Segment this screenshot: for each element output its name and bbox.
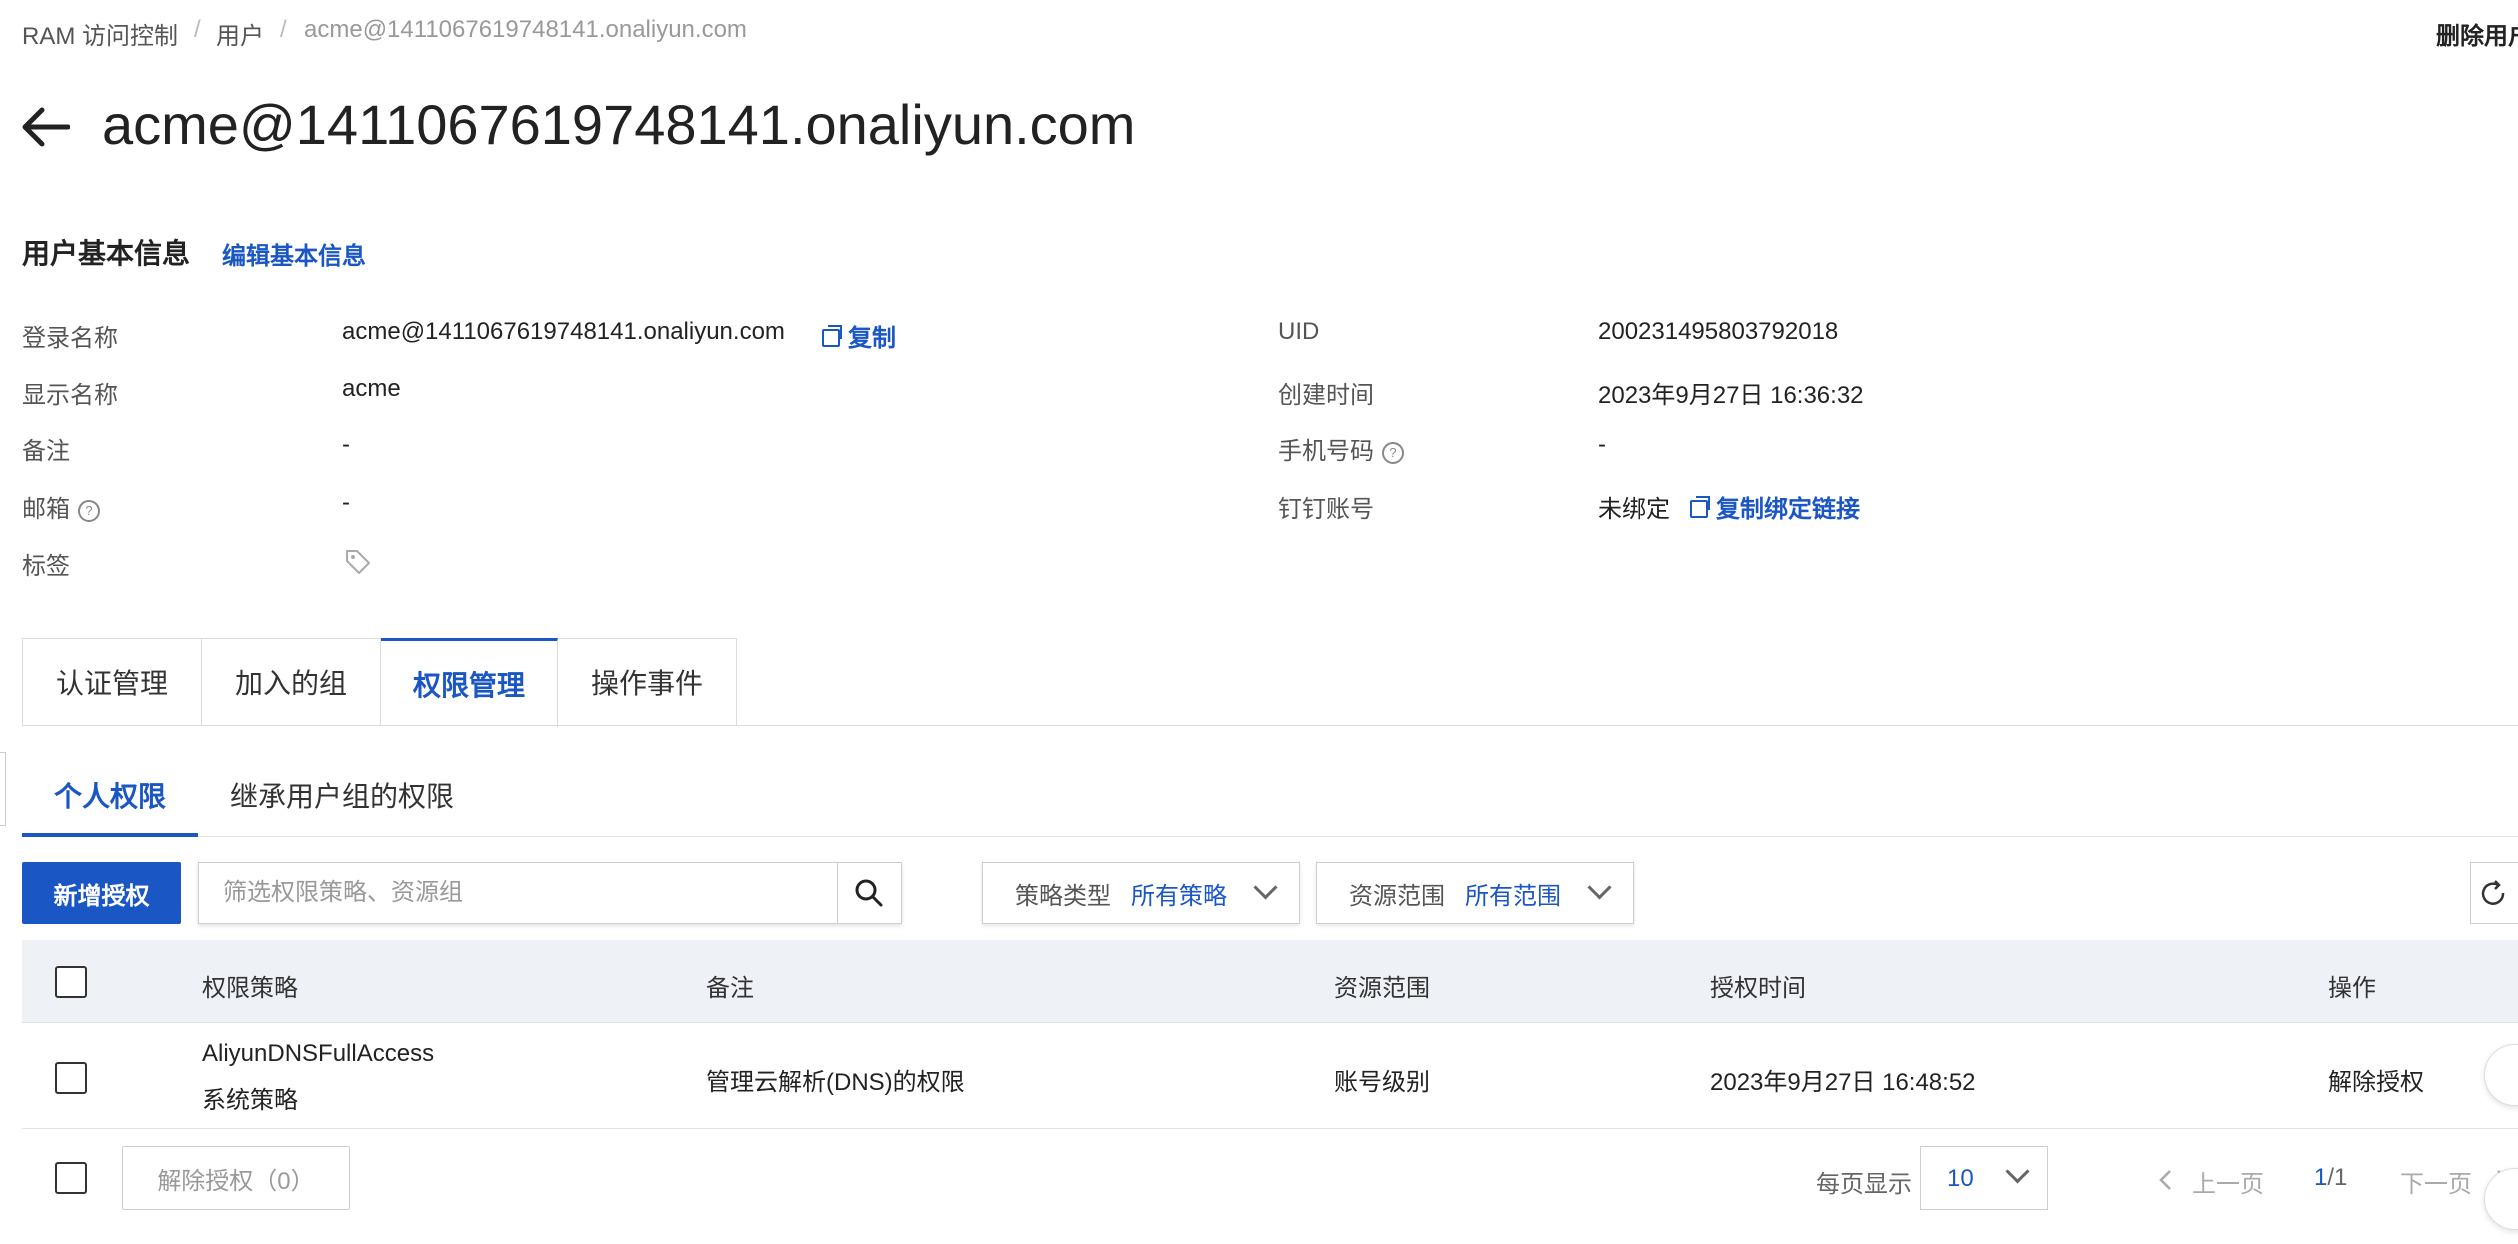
policy-grant-time: 2023年9月27日 16:48:52: [1710, 1069, 1976, 1096]
uid-label: UID: [1278, 318, 1320, 345]
policy-type-label: 策略类型: [1015, 882, 1111, 910]
scope-select[interactable]: 资源范围 所有范围: [1316, 862, 1634, 924]
phone-label-wrap: 手机号码?: [1278, 431, 1404, 466]
created-label: 创建时间: [1278, 382, 1374, 409]
copy-binding-link-label: 复制绑定链接: [1716, 496, 1860, 523]
edit-basic-info-link[interactable]: 编辑基本信息: [222, 236, 366, 271]
row-divider: [22, 1128, 2518, 1129]
scope-value: 所有范围: [1465, 882, 1561, 910]
chevron-down-icon: [2005, 1159, 2030, 1184]
remark-label: 备注: [22, 438, 70, 465]
phone-label: 手机号码: [1278, 438, 1374, 465]
add-grant-button[interactable]: 新增授权: [22, 862, 181, 924]
column-header-scope: 资源范围: [1334, 975, 1430, 1002]
column-header-time: 授权时间: [1710, 975, 1806, 1002]
page-indicator: 1/1: [2314, 1164, 2347, 1192]
tab-permissions[interactable]: 权限管理: [381, 638, 558, 728]
tab-joined-groups[interactable]: 加入的组: [202, 638, 381, 726]
floating-feedback-button[interactable]: [2484, 1168, 2518, 1230]
column-header-policy: 权限策略: [202, 975, 298, 1002]
tabs-divider: [22, 725, 2518, 726]
main-tabs: 认证管理 加入的组 权限管理 操作事件: [22, 638, 737, 728]
subtab-inherited-permissions[interactable]: 继承用户组的权限: [230, 775, 454, 815]
bulk-revoke-button[interactable]: 解除授权（0）: [122, 1146, 350, 1210]
policy-type-select[interactable]: 策略类型 所有策略: [982, 862, 1300, 924]
next-page-button[interactable]: 下一页: [2400, 1164, 2472, 1199]
email-label-wrap: 邮箱?: [22, 489, 100, 524]
dingtalk-label: 钉钉账号: [1278, 496, 1374, 523]
chevron-down-icon: [1587, 875, 1612, 900]
back-arrow-icon[interactable]: [20, 102, 71, 152]
phone-value: -: [1598, 431, 1606, 458]
display-name-label: 显示名称: [22, 382, 118, 409]
page-total: /1: [2327, 1164, 2348, 1191]
policy-remark: 管理云解析(DNS)的权限: [706, 1069, 965, 1096]
remark-value: -: [342, 431, 350, 458]
search-box: [198, 862, 902, 924]
policy-name-link[interactable]: AliyunDNSFullAccess: [202, 1040, 434, 1068]
login-name-label: 登录名称: [22, 325, 118, 352]
delete-user-button[interactable]: 删除用户: [2436, 16, 2518, 51]
policy-type: 系统策略: [202, 1087, 298, 1114]
tag-icon[interactable]: [344, 548, 372, 576]
page-title: acme@1411067619748141.onaliyun.com: [102, 93, 1136, 156]
copy-icon: [822, 325, 842, 347]
chevron-down-icon: [1253, 875, 1278, 900]
row-checkbox[interactable]: [55, 1062, 87, 1094]
select-all-checkbox[interactable]: [55, 966, 87, 998]
table-header: [22, 940, 2518, 1023]
search-input[interactable]: [199, 864, 837, 922]
per-page-value: 10: [1947, 1165, 1974, 1192]
display-name-value: acme: [342, 375, 401, 402]
tab-events[interactable]: 操作事件: [558, 638, 737, 726]
policy-type-value: 所有策略: [1131, 882, 1227, 910]
tab-authentication[interactable]: 认证管理: [22, 638, 202, 726]
login-name-value: acme@1411067619748141.onaliyun.com: [342, 318, 785, 345]
breadcrumb-separator: /: [280, 16, 287, 43]
revoke-link[interactable]: 解除授权: [2328, 1062, 2424, 1097]
per-page-select[interactable]: 10: [1920, 1146, 2048, 1210]
footer-select-all-checkbox[interactable]: [55, 1162, 87, 1194]
section-title-basic-info: 用户基本信息: [22, 238, 191, 269]
copy-label: 复制: [848, 325, 896, 352]
policy-scope: 账号级别: [1334, 1069, 1430, 1096]
prev-page-button[interactable]: 上一页: [2192, 1164, 2264, 1199]
per-page-label: 每页显示: [1816, 1171, 1912, 1198]
search-icon: [855, 879, 883, 907]
chevron-left-icon[interactable]: [2156, 1168, 2176, 1192]
refresh-icon: [2481, 880, 2505, 905]
subtab-personal-permissions[interactable]: 个人权限: [54, 775, 166, 815]
subtab-active-indicator: [22, 833, 198, 837]
tags-label: 标签: [22, 553, 70, 580]
breadcrumb-item-users[interactable]: 用户: [216, 16, 264, 51]
dingtalk-value: 未绑定: [1598, 496, 1670, 523]
copy-binding-link-button[interactable]: 复制绑定链接: [1690, 489, 1860, 524]
page-current: 1: [2314, 1164, 2328, 1191]
breadcrumb-item-current: acme@1411067619748141.onaliyun.com: [304, 16, 747, 43]
side-panel-handle[interactable]: [0, 752, 6, 826]
help-icon[interactable]: ?: [1382, 441, 1404, 464]
column-header-action: 操作: [2328, 975, 2376, 1002]
subtabs-divider: [22, 836, 2518, 837]
floating-help-button[interactable]: [2484, 1044, 2518, 1106]
refresh-button[interactable]: [2470, 862, 2518, 924]
breadcrumb-item-ram[interactable]: RAM 访问控制: [22, 16, 178, 51]
copy-icon: [1690, 496, 1710, 518]
email-label: 邮箱: [22, 496, 70, 523]
breadcrumb-separator: /: [194, 16, 201, 43]
scope-label: 资源范围: [1349, 882, 1445, 910]
help-icon[interactable]: ?: [78, 499, 100, 522]
column-header-remark: 备注: [706, 975, 754, 1002]
email-value: -: [342, 489, 350, 516]
search-button[interactable]: [836, 863, 901, 923]
uid-value: 200231495803792018: [1598, 318, 1839, 345]
copy-login-name-button[interactable]: 复制: [822, 318, 896, 353]
created-value: 2023年9月27日 16:36:32: [1598, 382, 1864, 409]
